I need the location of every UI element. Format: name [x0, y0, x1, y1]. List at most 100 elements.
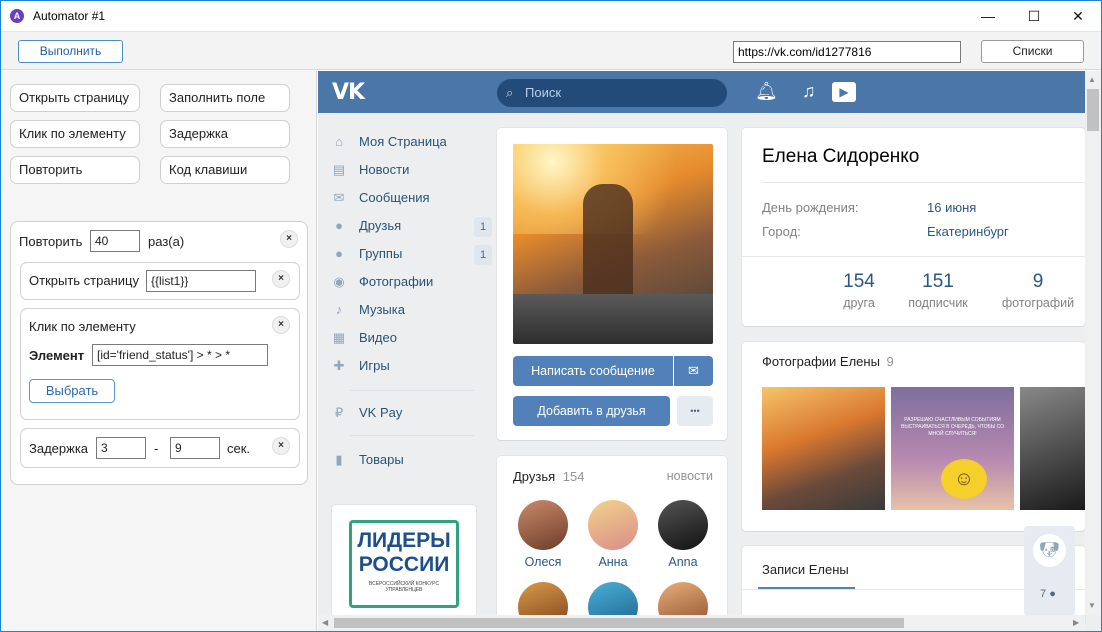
remove-repeat-button[interactable]: ×: [280, 230, 298, 248]
floating-helper-widget[interactable]: 🐶︎ 7 ●: [1024, 526, 1075, 616]
ad-banner[interactable]: ЛИДЕРЫ РОССИИ ВСЕРОССИЙСКИЙ КОНКУРС УПРА…: [332, 505, 476, 617]
maximize-button[interactable]: ☐: [1011, 1, 1057, 31]
music-icon[interactable]: ♫: [802, 81, 816, 102]
vertical-scrollbar[interactable]: ▲ ▼: [1085, 71, 1101, 615]
write-message-button[interactable]: Написать сообщение: [513, 356, 673, 386]
smiley-icon: ☺: [941, 459, 987, 499]
avatar: [518, 500, 568, 550]
more-actions-button[interactable]: •••: [677, 396, 713, 426]
run-button[interactable]: Выполнить: [18, 40, 123, 63]
friends-title[interactable]: Друзья 154: [513, 469, 585, 484]
sidebar-item-photos[interactable]: ◉ Фотографии: [330, 268, 480, 296]
delay-to-input[interactable]: 9: [170, 437, 220, 459]
scroll-down-arrow-icon[interactable]: ▼: [1088, 601, 1096, 610]
url-input[interactable]: [733, 41, 961, 63]
scroll-left-arrow-icon[interactable]: ◀: [322, 618, 328, 627]
vk-header: VK ⌕ Поиск 🔔︎ ♫ ▶: [318, 71, 1085, 113]
delay-from-input[interactable]: 3: [96, 437, 146, 459]
friend-item[interactable]: Анна: [583, 500, 643, 569]
delay-action-button[interactable]: Задержка: [160, 120, 290, 148]
counters-divider: [742, 256, 1085, 257]
photo-thumbnail[interactable]: РАЗРЕШАЮ СЧАСТЛИВЫМ СОБЫТИЯМ ВЫСТРАИВАТЬ…: [891, 387, 1014, 510]
photo-thumbnail[interactable]: [1020, 387, 1085, 510]
remove-open-page-button[interactable]: ×: [272, 270, 290, 288]
photos-counter-label[interactable]: фотографий: [988, 296, 1088, 310]
bell-icon[interactable]: 🔔︎: [755, 81, 778, 102]
sidebar-item-label: Игры: [359, 358, 390, 373]
sidebar-item-my-page[interactable]: ⌂ Моя Страница: [330, 128, 480, 156]
sidebar-item-friends[interactable]: ● Друзья 1: [330, 212, 492, 240]
vk-search-input[interactable]: ⌕ Поиск: [497, 79, 727, 107]
vk-logo[interactable]: VK: [332, 80, 365, 105]
sidebar-item-groups[interactable]: ● Группы 1: [330, 240, 492, 268]
photos-counter-number[interactable]: 9: [998, 271, 1078, 293]
vertical-scroll-thumb[interactable]: [1087, 89, 1099, 131]
remove-delay-button[interactable]: ×: [272, 437, 290, 455]
friends-badge: 1: [474, 217, 492, 237]
home-icon: ⌂: [335, 134, 343, 149]
lists-button[interactable]: Списки: [981, 40, 1084, 63]
scroll-up-arrow-icon[interactable]: ▲: [1088, 75, 1096, 84]
open-page-url-input[interactable]: {{list1}}: [146, 270, 256, 292]
sidebar-item-video[interactable]: ▦ Видео: [330, 324, 480, 352]
video-icon: ▦: [332, 330, 346, 345]
goods-icon: ▮: [335, 452, 343, 467]
element-selector-input[interactable]: [id='friend_status'] > * > *: [92, 344, 268, 366]
followers-counter-label[interactable]: подписчик: [888, 296, 988, 310]
sidebar-item-label: Музыка: [359, 302, 405, 317]
friends-title-label: Друзья: [513, 469, 556, 484]
friends-card: Друзья 154 новости Олеся Анна Anna: [497, 456, 727, 631]
profile-photo[interactable]: [513, 144, 713, 344]
add-friend-button[interactable]: Добавить в друзья: [513, 396, 670, 426]
play-icon[interactable]: ▶: [832, 82, 856, 102]
city-value[interactable]: Екатеринбург: [927, 224, 1009, 239]
friends-counter-number[interactable]: 154: [819, 271, 899, 293]
key-code-action-button[interactable]: Код клавиши: [160, 156, 290, 184]
friend-item[interactable]: Anna: [653, 500, 713, 569]
repeat-count-input[interactable]: 40: [90, 230, 140, 252]
sidebar-item-games[interactable]: ✚ Игры: [330, 352, 480, 380]
photos-card: Фотографии Елены 9 РАЗРЕШАЮ СЧАСТЛИВЫМ С…: [742, 342, 1085, 531]
app-window: A Automator #1 — ☐ ✕ Выполнить Списки От…: [0, 0, 1102, 632]
scroll-right-arrow-icon[interactable]: ▶: [1073, 618, 1079, 627]
delay-dash: -: [154, 441, 159, 456]
friends-news-link[interactable]: новости: [667, 469, 713, 483]
sidebar-item-music[interactable]: ♪ Музыка: [330, 296, 480, 324]
fill-field-action-button[interactable]: Заполнить поле: [160, 84, 290, 112]
close-button[interactable]: ✕: [1055, 1, 1101, 31]
repeat-label: Повторить: [19, 234, 83, 249]
click-element-action-button[interactable]: Клик по элементу: [10, 120, 140, 148]
dog-icon: 🐶︎: [1033, 534, 1066, 567]
sidebar-divider: [350, 390, 474, 391]
sidebar-item-news[interactable]: ▤ Новости: [330, 156, 480, 184]
automator-app-icon: A: [10, 9, 24, 23]
friends-count: 154: [562, 469, 585, 484]
gift-icon: ✉: [688, 363, 699, 378]
sidebar-item-messages[interactable]: ✉ Сообщения: [330, 184, 480, 212]
profile-name: Елена Сидоренко: [762, 146, 920, 167]
sidebar-item-goods[interactable]: ▮ Товары: [330, 446, 480, 474]
sidebar-item-label: Друзья: [359, 218, 402, 233]
photos-title[interactable]: Фотографии Елены 9: [762, 354, 894, 369]
remove-click-element-button[interactable]: ×: [272, 316, 290, 334]
avatar: [658, 500, 708, 550]
horizontal-scroll-thumb[interactable]: [334, 618, 904, 628]
sidebar-item-vkpay[interactable]: ₽ VK Pay: [330, 399, 480, 427]
repeat-action-button[interactable]: Повторить: [10, 156, 140, 184]
step-delay: Задержка 3 - 9 сек. ×: [20, 428, 300, 468]
open-page-action-button[interactable]: Открыть страницу: [10, 84, 140, 112]
sidebar-item-label: Сообщения: [359, 190, 430, 205]
birthday-value[interactable]: 16 июня: [927, 200, 976, 215]
gift-button[interactable]: ✉: [674, 356, 713, 386]
horizontal-scrollbar[interactable]: ◀ ▶: [318, 615, 1085, 631]
sidebar-item-label: VK Pay: [359, 405, 403, 420]
followers-counter-number[interactable]: 151: [898, 271, 978, 293]
games-icon: ✚: [333, 358, 345, 373]
avatar: [588, 500, 638, 550]
script-editor: Повторить 40 раз(а) × Открыть страницу {…: [10, 221, 308, 485]
minimize-button[interactable]: —: [965, 1, 1011, 31]
photo-thumbnail[interactable]: [762, 387, 885, 510]
select-element-button[interactable]: Выбрать: [29, 379, 115, 403]
wall-tab[interactable]: Записи Елены: [762, 562, 849, 577]
friend-item[interactable]: Олеся: [513, 500, 573, 569]
